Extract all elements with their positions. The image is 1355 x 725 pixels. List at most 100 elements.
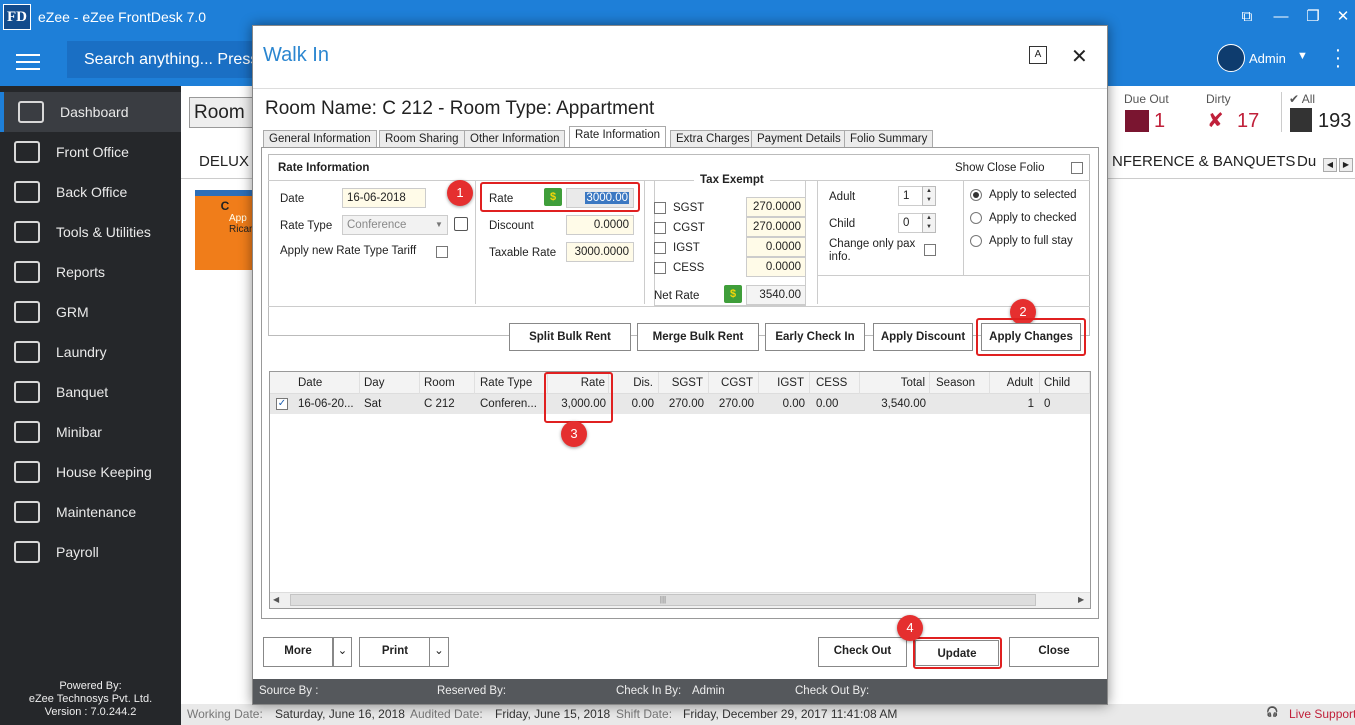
child-stepper[interactable]: ▲ ▼ (922, 213, 936, 233)
early-check-in-button[interactable]: Early Check In (765, 323, 865, 351)
sidebar-item-house-keeping[interactable]: House Keeping (0, 452, 181, 492)
discount-field[interactable]: 0.0000 (566, 215, 634, 235)
apply-discount-button[interactable]: Apply Discount (873, 323, 973, 351)
check-out-button[interactable]: Check Out (818, 637, 907, 667)
column-header-room[interactable]: Room (420, 372, 475, 394)
room-view-dropdown[interactable]: Room V (189, 97, 259, 128)
cess-field[interactable]: 0.0000 (746, 257, 806, 277)
tab-payment-details[interactable]: Payment Details (751, 130, 847, 148)
column-header-cgst[interactable]: CGST (709, 372, 759, 394)
user-name[interactable]: Admin (1249, 51, 1286, 66)
bell-icon (14, 141, 40, 163)
sgst-checkbox[interactable] (654, 202, 666, 214)
apply-new-tariff-checkbox[interactable] (436, 246, 448, 258)
translate-icon[interactable]: ⧉ (1234, 6, 1260, 28)
column-header-season[interactable]: Season (930, 372, 990, 394)
more-dropdown-chevron-icon[interactable]: ⌄ (333, 637, 352, 667)
sidebar-item-dashboard[interactable]: Dashboard (0, 92, 181, 132)
sidebar-item-minibar[interactable]: Minibar (0, 412, 181, 452)
room-card[interactable]: C App Ricar (195, 190, 255, 270)
sidebar-item-grm[interactable]: GRM (0, 292, 181, 332)
close-window-button[interactable]: ✕ (1330, 6, 1355, 28)
sidebar-item-reports[interactable]: Reports (0, 252, 181, 292)
scroll-right-icon[interactable]: ▶ (1339, 158, 1353, 172)
tab-du[interactable]: Du (1297, 153, 1316, 170)
merge-bulk-rent-button[interactable]: Merge Bulk Rent (637, 323, 759, 351)
stat-value-due-out[interactable]: 1 (1154, 110, 1165, 133)
split-bulk-rent-button[interactable]: Split Bulk Rent (509, 323, 631, 351)
scroll-right-icon[interactable]: ▶ (1078, 595, 1084, 604)
row-checkbox[interactable]: ✓ (276, 398, 288, 410)
column-header-sgst[interactable]: SGST (659, 372, 709, 394)
minimize-button[interactable]: — (1268, 6, 1294, 28)
taxable-rate-field[interactable]: 3000.0000 (566, 242, 634, 262)
date-field[interactable]: 16-06-2018 (342, 188, 426, 208)
apply-to-selected-label: Apply to selected (989, 189, 1077, 201)
igst-checkbox[interactable] (654, 242, 666, 254)
hamburger-menu-icon[interactable] (16, 54, 40, 70)
cgst-field[interactable]: 270.0000 (746, 217, 806, 237)
column-header-discount[interactable]: Dis. (609, 372, 659, 394)
chevron-down-icon[interactable]: ▼ (1297, 50, 1308, 62)
sidebar-item-banquet[interactable]: Banquet (0, 372, 181, 412)
cell-sgst: 270.00 (668, 398, 704, 410)
print-dropdown-chevron-icon[interactable]: ⌄ (429, 637, 449, 667)
lookup-icon[interactable] (454, 217, 468, 231)
net-rate-field[interactable]: 3540.00 (746, 285, 806, 305)
scroll-left-icon[interactable]: ◀ (273, 595, 279, 604)
check-out-by-label: Check Out By: (795, 685, 870, 697)
tab-other-information[interactable]: Other Information (464, 130, 566, 148)
search-input[interactable]: Search anything... Press (67, 41, 257, 78)
divider (475, 180, 476, 304)
show-close-folio-checkbox[interactable] (1071, 162, 1083, 174)
sgst-field[interactable]: 270.0000 (746, 197, 806, 217)
tab-delux[interactable]: DELUX (199, 153, 249, 170)
column-header-cess[interactable]: CESS (810, 372, 860, 394)
sidebar-item-tools[interactable]: Tools & Utilities (0, 212, 181, 252)
stat-label-due-out: Due Out (1124, 92, 1169, 106)
apply-to-full-stay-radio[interactable] (970, 235, 982, 247)
tab-conference-banquets[interactable]: NFERENCE & BANQUETS (1112, 153, 1295, 170)
tab-rate-information[interactable]: Rate Information (569, 126, 667, 148)
tab-extra-charges[interactable]: Extra Charges (670, 130, 756, 148)
cess-checkbox[interactable] (654, 262, 666, 274)
column-header-rate-type[interactable]: Rate Type (475, 372, 548, 394)
column-header-date[interactable]: Date (294, 372, 360, 394)
tab-room-sharing[interactable]: Room Sharing (379, 130, 465, 148)
housekeeping-icon (14, 461, 40, 483)
cgst-checkbox[interactable] (654, 222, 666, 234)
user-avatar-icon[interactable] (1217, 44, 1245, 72)
print-button[interactable]: Print (359, 637, 431, 667)
column-header-adult[interactable]: Adult (990, 372, 1040, 394)
column-header-child[interactable]: Child (1040, 372, 1090, 394)
tab-folio-summary[interactable]: Folio Summary (844, 130, 934, 148)
more-vertical-icon[interactable]: · · · (1333, 40, 1343, 76)
sidebar-item-front-office[interactable]: Front Office (0, 132, 181, 172)
stat-value-dirty[interactable]: 17 (1237, 110, 1259, 133)
close-button[interactable]: Close (1009, 637, 1099, 667)
column-header-day[interactable]: Day (360, 372, 420, 394)
tab-general-information[interactable]: General Information (263, 130, 377, 148)
apply-to-checked-radio[interactable] (970, 212, 982, 224)
stat-value-all[interactable]: 193 (1318, 110, 1351, 133)
sidebar-item-maintenance[interactable]: Maintenance (0, 492, 181, 532)
more-button[interactable]: More (263, 637, 333, 667)
sidebar-item-laundry[interactable]: Laundry (0, 332, 181, 372)
scrollbar-thumb[interactable]: ||| (290, 594, 1036, 606)
translate-icon[interactable]: A (1029, 46, 1047, 64)
live-support-link[interactable]: Live Support (1289, 707, 1355, 721)
column-header-total[interactable]: Total (860, 372, 930, 394)
sidebar-item-back-office[interactable]: Back Office (0, 172, 181, 212)
igst-field[interactable]: 0.0000 (746, 237, 806, 257)
close-icon[interactable]: ✕ (1071, 44, 1088, 69)
scroll-left-icon[interactable]: ◀ (1323, 158, 1337, 172)
column-header-igst[interactable]: IGST (759, 372, 810, 394)
maximize-button[interactable]: ❐ (1300, 6, 1326, 28)
cell-date: 16-06-20... (298, 398, 354, 410)
sidebar-item-payroll[interactable]: Payroll (0, 532, 181, 572)
apply-to-selected-radio[interactable] (970, 189, 982, 201)
change-pax-checkbox[interactable] (924, 244, 936, 256)
rate-type-select[interactable]: Conference Rate (342, 215, 448, 235)
adult-stepper[interactable]: ▲ ▼ (922, 186, 936, 206)
money-icon[interactable]: $ (724, 285, 742, 303)
